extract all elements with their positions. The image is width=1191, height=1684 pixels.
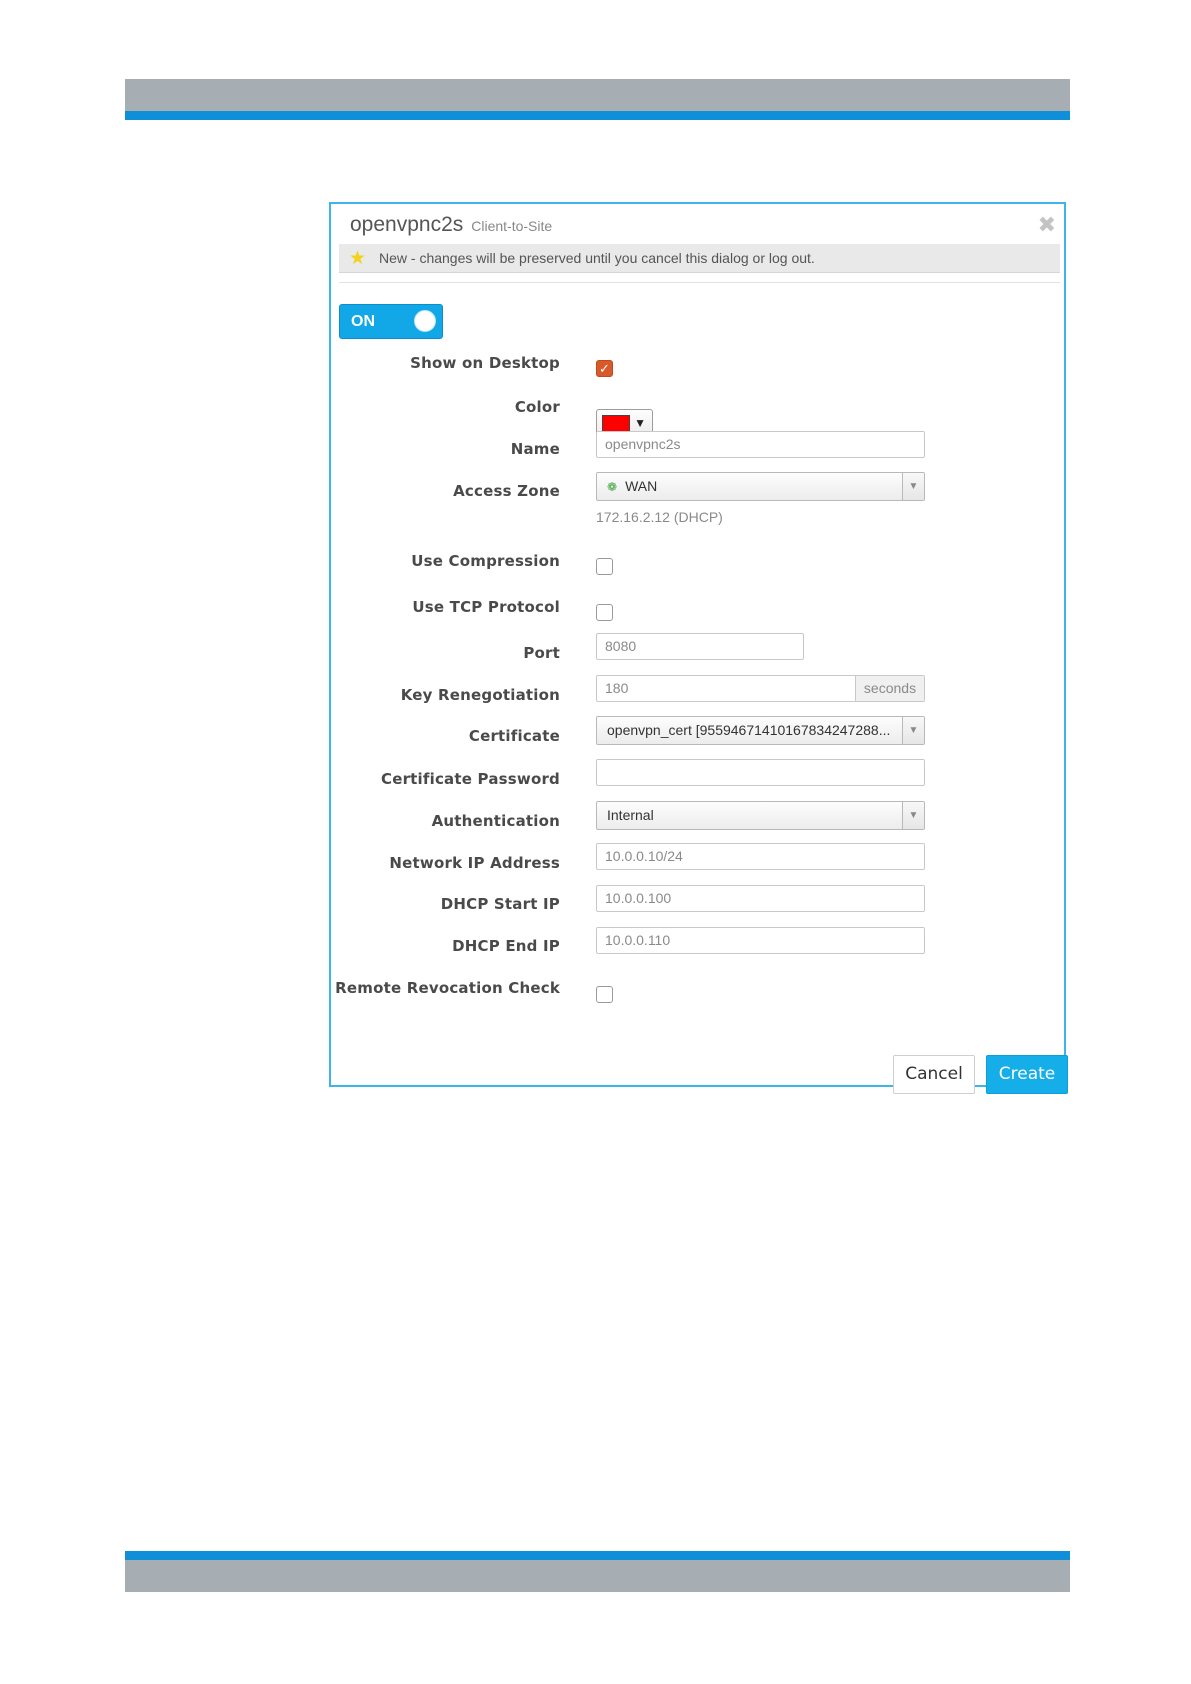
divider — [339, 282, 1060, 283]
access-zone-value: WAN — [625, 478, 658, 494]
chevron-down-icon: ▼ — [902, 802, 924, 829]
dialog-title: openvpnc2s Client-to-Site — [350, 213, 552, 237]
seconds-addon: seconds — [855, 676, 924, 701]
header-band-gray — [125, 79, 1070, 111]
network-ip-address-label: Network IP Address — [389, 854, 560, 872]
footer-band-gray — [125, 1560, 1070, 1592]
remote-revocation-check-label: Remote Revocation Check — [335, 979, 560, 997]
star-icon: ★ — [349, 248, 367, 269]
footer-band-blue — [125, 1551, 1070, 1560]
chevron-down-icon: ▼ — [634, 416, 646, 430]
show-on-desktop-checkbox[interactable]: ✓ — [596, 360, 613, 377]
dhcp-end-ip-input[interactable]: 10.0.0.110 — [596, 927, 925, 954]
access-zone-label: Access Zone — [453, 482, 560, 500]
use-compression-label: Use Compression — [411, 552, 560, 570]
dhcp-start-ip-input[interactable]: 10.0.0.100 — [596, 885, 925, 912]
dhcp-end-ip-label: DHCP End IP — [452, 937, 560, 955]
port-label: Port — [523, 644, 560, 662]
use-tcp-protocol-checkbox[interactable] — [596, 604, 613, 621]
name-label: Name — [510, 440, 560, 458]
on-off-toggle[interactable]: ON — [339, 304, 443, 339]
name-input[interactable]: openvpnc2s — [596, 431, 925, 458]
create-button[interactable]: Create — [986, 1055, 1068, 1094]
key-renegotiation-input[interactable]: 180 seconds — [596, 675, 925, 702]
remote-revocation-check-checkbox[interactable] — [596, 986, 613, 1003]
certificate-password-label: Certificate Password — [380, 770, 560, 788]
color-swatch — [602, 415, 630, 432]
header-band-blue — [125, 111, 1070, 120]
certificate-password-input[interactable] — [596, 759, 925, 786]
key-renegotiation-value: 180 — [605, 680, 629, 696]
access-zone-hint: 172.16.2.12 (DHCP) — [596, 509, 723, 525]
network-ip-address-input[interactable]: 10.0.0.10/24 — [596, 843, 925, 870]
dialog-title-text: openvpnc2s — [350, 213, 464, 236]
color-label: Color — [514, 398, 560, 416]
authentication-select[interactable]: Internal ▼ — [596, 801, 925, 830]
globe-icon: ❁ — [607, 480, 618, 494]
authentication-label: Authentication — [431, 812, 560, 830]
key-renegotiation-label: Key Renegotiation — [400, 686, 560, 704]
chevron-down-icon: ▼ — [902, 473, 924, 500]
certificate-value: openvpn_cert [95594671410167834247288... — [607, 722, 891, 738]
notice-text: New - changes will be preserved until yo… — [379, 250, 815, 266]
show-on-desktop-label: Show on Desktop — [410, 354, 560, 372]
cancel-button[interactable]: Cancel — [893, 1055, 975, 1094]
vpn-dialog: openvpnc2s Client-to-Site ✖ ★ New - chang… — [329, 202, 1068, 1094]
certificate-select[interactable]: openvpn_cert [95594671410167834247288...… — [596, 716, 925, 745]
chevron-down-icon: ▼ — [902, 717, 924, 744]
port-input[interactable]: 8080 — [596, 633, 804, 660]
close-icon[interactable]: ✖ — [1038, 212, 1056, 238]
use-tcp-protocol-label: Use TCP Protocol — [412, 598, 560, 616]
notice-bar: ★ New - changes will be preserved until … — [339, 244, 1060, 273]
dhcp-start-ip-label: DHCP Start IP — [440, 895, 560, 913]
toggle-knob — [414, 310, 436, 332]
certificate-label: Certificate — [468, 727, 560, 745]
authentication-value: Internal — [607, 807, 654, 823]
use-compression-checkbox[interactable] — [596, 558, 613, 575]
access-zone-select[interactable]: ❁ WAN ▼ — [596, 472, 925, 501]
dialog-subtitle: Client-to-Site — [471, 218, 553, 234]
toggle-label: ON — [351, 313, 375, 330]
